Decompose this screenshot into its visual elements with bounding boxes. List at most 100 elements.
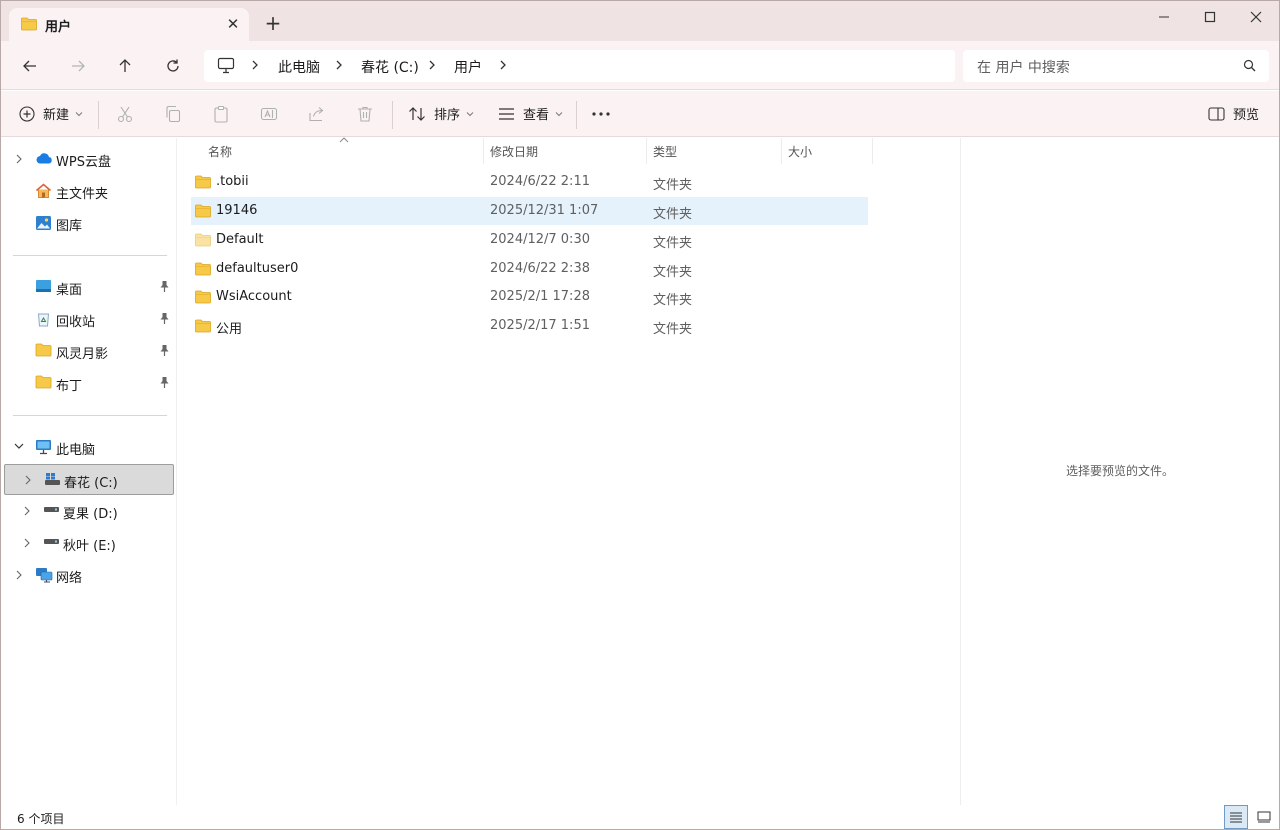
desktop-icon xyxy=(36,280,51,292)
sort-button[interactable]: 排序 xyxy=(408,104,474,123)
preview-pane-button[interactable]: 预览 xyxy=(1208,104,1259,123)
column-divider[interactable] xyxy=(483,138,484,164)
sidebar-item-gallery[interactable]: 图库 xyxy=(4,208,174,238)
breadcrumb-users[interactable]: 用户 xyxy=(454,57,482,77)
close-window-button[interactable] xyxy=(1233,1,1279,33)
arrow-right-icon xyxy=(72,60,85,72)
table-row[interactable]: 公用 2025/2/17 1:51 文件夹 xyxy=(191,312,868,340)
pin-icon xyxy=(160,377,169,388)
file-modified: 2025/2/17 1:51 xyxy=(490,318,590,333)
sort-icon xyxy=(409,106,425,121)
more-options-button[interactable] xyxy=(589,104,613,124)
maximize-button[interactable] xyxy=(1187,1,1233,33)
sidebar-item-drive-e[interactable]: 秋叶 (E:) xyxy=(4,528,174,558)
sidebar-item-drive-c[interactable]: 春花 (C:) xyxy=(4,464,174,495)
details-view-button[interactable] xyxy=(1224,805,1248,829)
folder-icon xyxy=(195,204,211,218)
column-header-size[interactable]: 大小 xyxy=(788,143,812,160)
column-header-modified[interactable]: 修改日期 xyxy=(490,143,538,160)
file-type: 文件夹 xyxy=(653,265,693,280)
sidebar-item-label: WPS云盘 xyxy=(56,155,111,170)
view-list-icon xyxy=(499,107,514,120)
column-divider[interactable] xyxy=(872,138,873,164)
paste-button[interactable] xyxy=(211,104,231,124)
plus-circle-icon xyxy=(19,105,35,122)
forward-button[interactable] xyxy=(65,53,91,79)
share-icon xyxy=(309,107,324,122)
search-placeholder[interactable]: 在 用户 中搜索 xyxy=(977,57,1070,77)
search-box[interactable]: 在 用户 中搜索 xyxy=(963,50,1269,82)
trash-icon xyxy=(358,106,372,122)
table-row[interactable]: Default 2024/12/7 0:30 文件夹 xyxy=(191,226,868,254)
tab-close-button[interactable]: ✕ xyxy=(221,12,245,36)
new-tab-button[interactable]: + xyxy=(261,12,285,36)
sidebar-item-desktop[interactable]: 桌面 xyxy=(4,272,174,302)
view-button[interactable]: 查看 xyxy=(498,104,563,123)
back-button[interactable] xyxy=(17,53,43,79)
breadcrumb-this-pc[interactable]: 此电脑 xyxy=(278,57,320,77)
folder-icon xyxy=(195,319,211,333)
folder-icon xyxy=(195,175,211,189)
up-button[interactable] xyxy=(112,53,138,79)
chevron-right-icon xyxy=(24,538,30,548)
chevron-right-icon[interactable] xyxy=(498,58,508,76)
file-modified: 2024/6/22 2:11 xyxy=(490,174,590,189)
sidebar-item-pinned-folder-1[interactable]: 风灵月影 xyxy=(4,336,174,366)
column-divider[interactable] xyxy=(646,138,647,164)
preview-label: 预览 xyxy=(1233,108,1260,123)
sidebar-item-recycle-bin[interactable]: 回收站 xyxy=(4,304,174,334)
pin-icon xyxy=(160,281,169,292)
sidebar-divider xyxy=(13,415,167,416)
tab-users[interactable]: 用户 ✕ xyxy=(9,8,249,41)
column-header-type[interactable]: 类型 xyxy=(653,143,677,160)
arrow-up-icon xyxy=(119,59,131,72)
drive-icon xyxy=(44,507,59,512)
sidebar-item-label: 此电脑 xyxy=(56,443,96,458)
sidebar-item-this-pc[interactable]: 此电脑 xyxy=(4,432,174,462)
item-count: 6 个项目 xyxy=(17,812,65,826)
tiles-view-icon xyxy=(1257,811,1271,823)
computer-icon xyxy=(217,57,235,78)
table-row[interactable]: 19146 2025/12/31 1:07 文件夹 xyxy=(191,197,868,225)
chevron-down-icon xyxy=(555,111,563,116)
file-type: 文件夹 xyxy=(653,322,693,337)
pin-icon xyxy=(160,313,169,324)
share-button[interactable] xyxy=(307,104,327,124)
file-name: 19146 xyxy=(216,203,258,218)
large-icons-view-button[interactable] xyxy=(1252,805,1276,829)
sidebar-item-drive-d[interactable]: 夏果 (D:) xyxy=(4,496,174,526)
more-icon xyxy=(592,112,610,116)
title-bar: 用户 ✕ + xyxy=(1,1,1279,41)
column-divider[interactable] xyxy=(781,138,782,164)
folder-icon xyxy=(35,343,52,357)
sidebar-item-label: 夏果 (D:) xyxy=(63,507,118,522)
details-view-icon xyxy=(1230,812,1242,823)
pin-icon xyxy=(160,345,169,356)
breadcrumb-drive-c[interactable]: 春花 (C:) xyxy=(361,57,419,77)
folder-icon xyxy=(195,290,211,304)
sidebar-item-wps-cloud[interactable]: WPS云盘 xyxy=(4,144,174,174)
minimize-button[interactable] xyxy=(1141,1,1187,33)
sidebar-item-pinned-folder-2[interactable]: 布丁 xyxy=(4,368,174,398)
column-header-name[interactable]: 名称 xyxy=(208,143,232,160)
table-row[interactable]: defaultuser0 2024/6/22 2:38 文件夹 xyxy=(191,255,868,283)
recycle-bin-icon xyxy=(37,313,50,327)
table-row[interactable]: WsiAccount 2025/2/1 17:28 文件夹 xyxy=(191,283,868,311)
system-drive-icon xyxy=(45,473,60,485)
arrow-left-icon xyxy=(23,60,36,72)
cut-button[interactable] xyxy=(115,104,135,124)
file-name: WsiAccount xyxy=(216,289,292,304)
sidebar-item-network[interactable]: 网络 xyxy=(4,560,174,590)
refresh-button[interactable] xyxy=(160,53,186,79)
sidebar-item-home[interactable]: 主文件夹 xyxy=(4,176,174,206)
chevron-right-icon[interactable] xyxy=(427,58,437,76)
copy-button[interactable] xyxy=(163,104,183,124)
chevron-right-icon[interactable] xyxy=(334,58,344,76)
delete-button[interactable] xyxy=(355,104,375,124)
chevron-right-icon[interactable] xyxy=(250,58,260,76)
address-bar[interactable]: 此电脑 春花 (C:) 用户 xyxy=(204,50,955,82)
rename-button[interactable] xyxy=(259,104,279,124)
search-icon[interactable] xyxy=(1243,59,1256,76)
new-button[interactable]: 新建 xyxy=(19,104,83,123)
table-row[interactable]: .tobii 2024/6/22 2:11 文件夹 xyxy=(191,168,868,196)
